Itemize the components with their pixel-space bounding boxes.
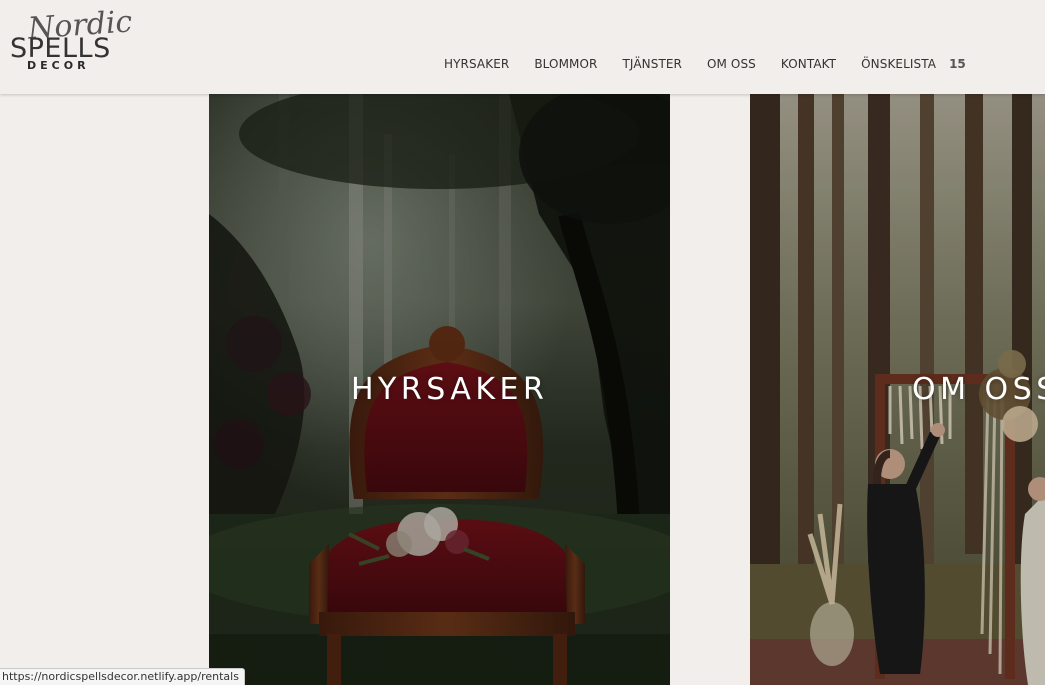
- logo-main-text: SPELLS: [10, 33, 111, 64]
- logo-sub-text: DECOR: [27, 59, 90, 72]
- nav-item-kontakt[interactable]: KONTAKT: [781, 57, 836, 71]
- main-nav: HYRSAKER BLOMMOR TJÄNSTER OM OSS KONTAKT…: [444, 56, 966, 72]
- page: Nordic SPELLS DECOR HYRSAKER BLOMMOR TJÄ…: [0, 0, 1045, 685]
- site-header: Nordic SPELLS DECOR HYRSAKER BLOMMOR TJÄ…: [0, 0, 1045, 94]
- about-tile-title: OM OSS: [912, 372, 1045, 407]
- browser-status-url: https://nordicspellsdecor.netlify.app/re…: [0, 668, 245, 685]
- nav-item-om-oss[interactable]: OM OSS: [707, 57, 756, 71]
- about-tile[interactable]: OM OSS: [750, 94, 1045, 685]
- rentals-tile-title: HYRSAKER: [351, 372, 549, 407]
- nav-item-blommor[interactable]: BLOMMOR: [534, 57, 597, 71]
- nav-item-onskelista[interactable]: ÖNSKELISTA: [861, 57, 936, 71]
- brand-logo[interactable]: Nordic SPELLS DECOR: [10, 4, 133, 74]
- rentals-tile[interactable]: HYRSAKER: [209, 94, 670, 685]
- wishlist-count-badge[interactable]: 15: [949, 57, 966, 71]
- nav-item-hyrsaker[interactable]: HYRSAKER: [444, 57, 509, 71]
- nav-item-tjanster[interactable]: TJÄNSTER: [622, 57, 682, 71]
